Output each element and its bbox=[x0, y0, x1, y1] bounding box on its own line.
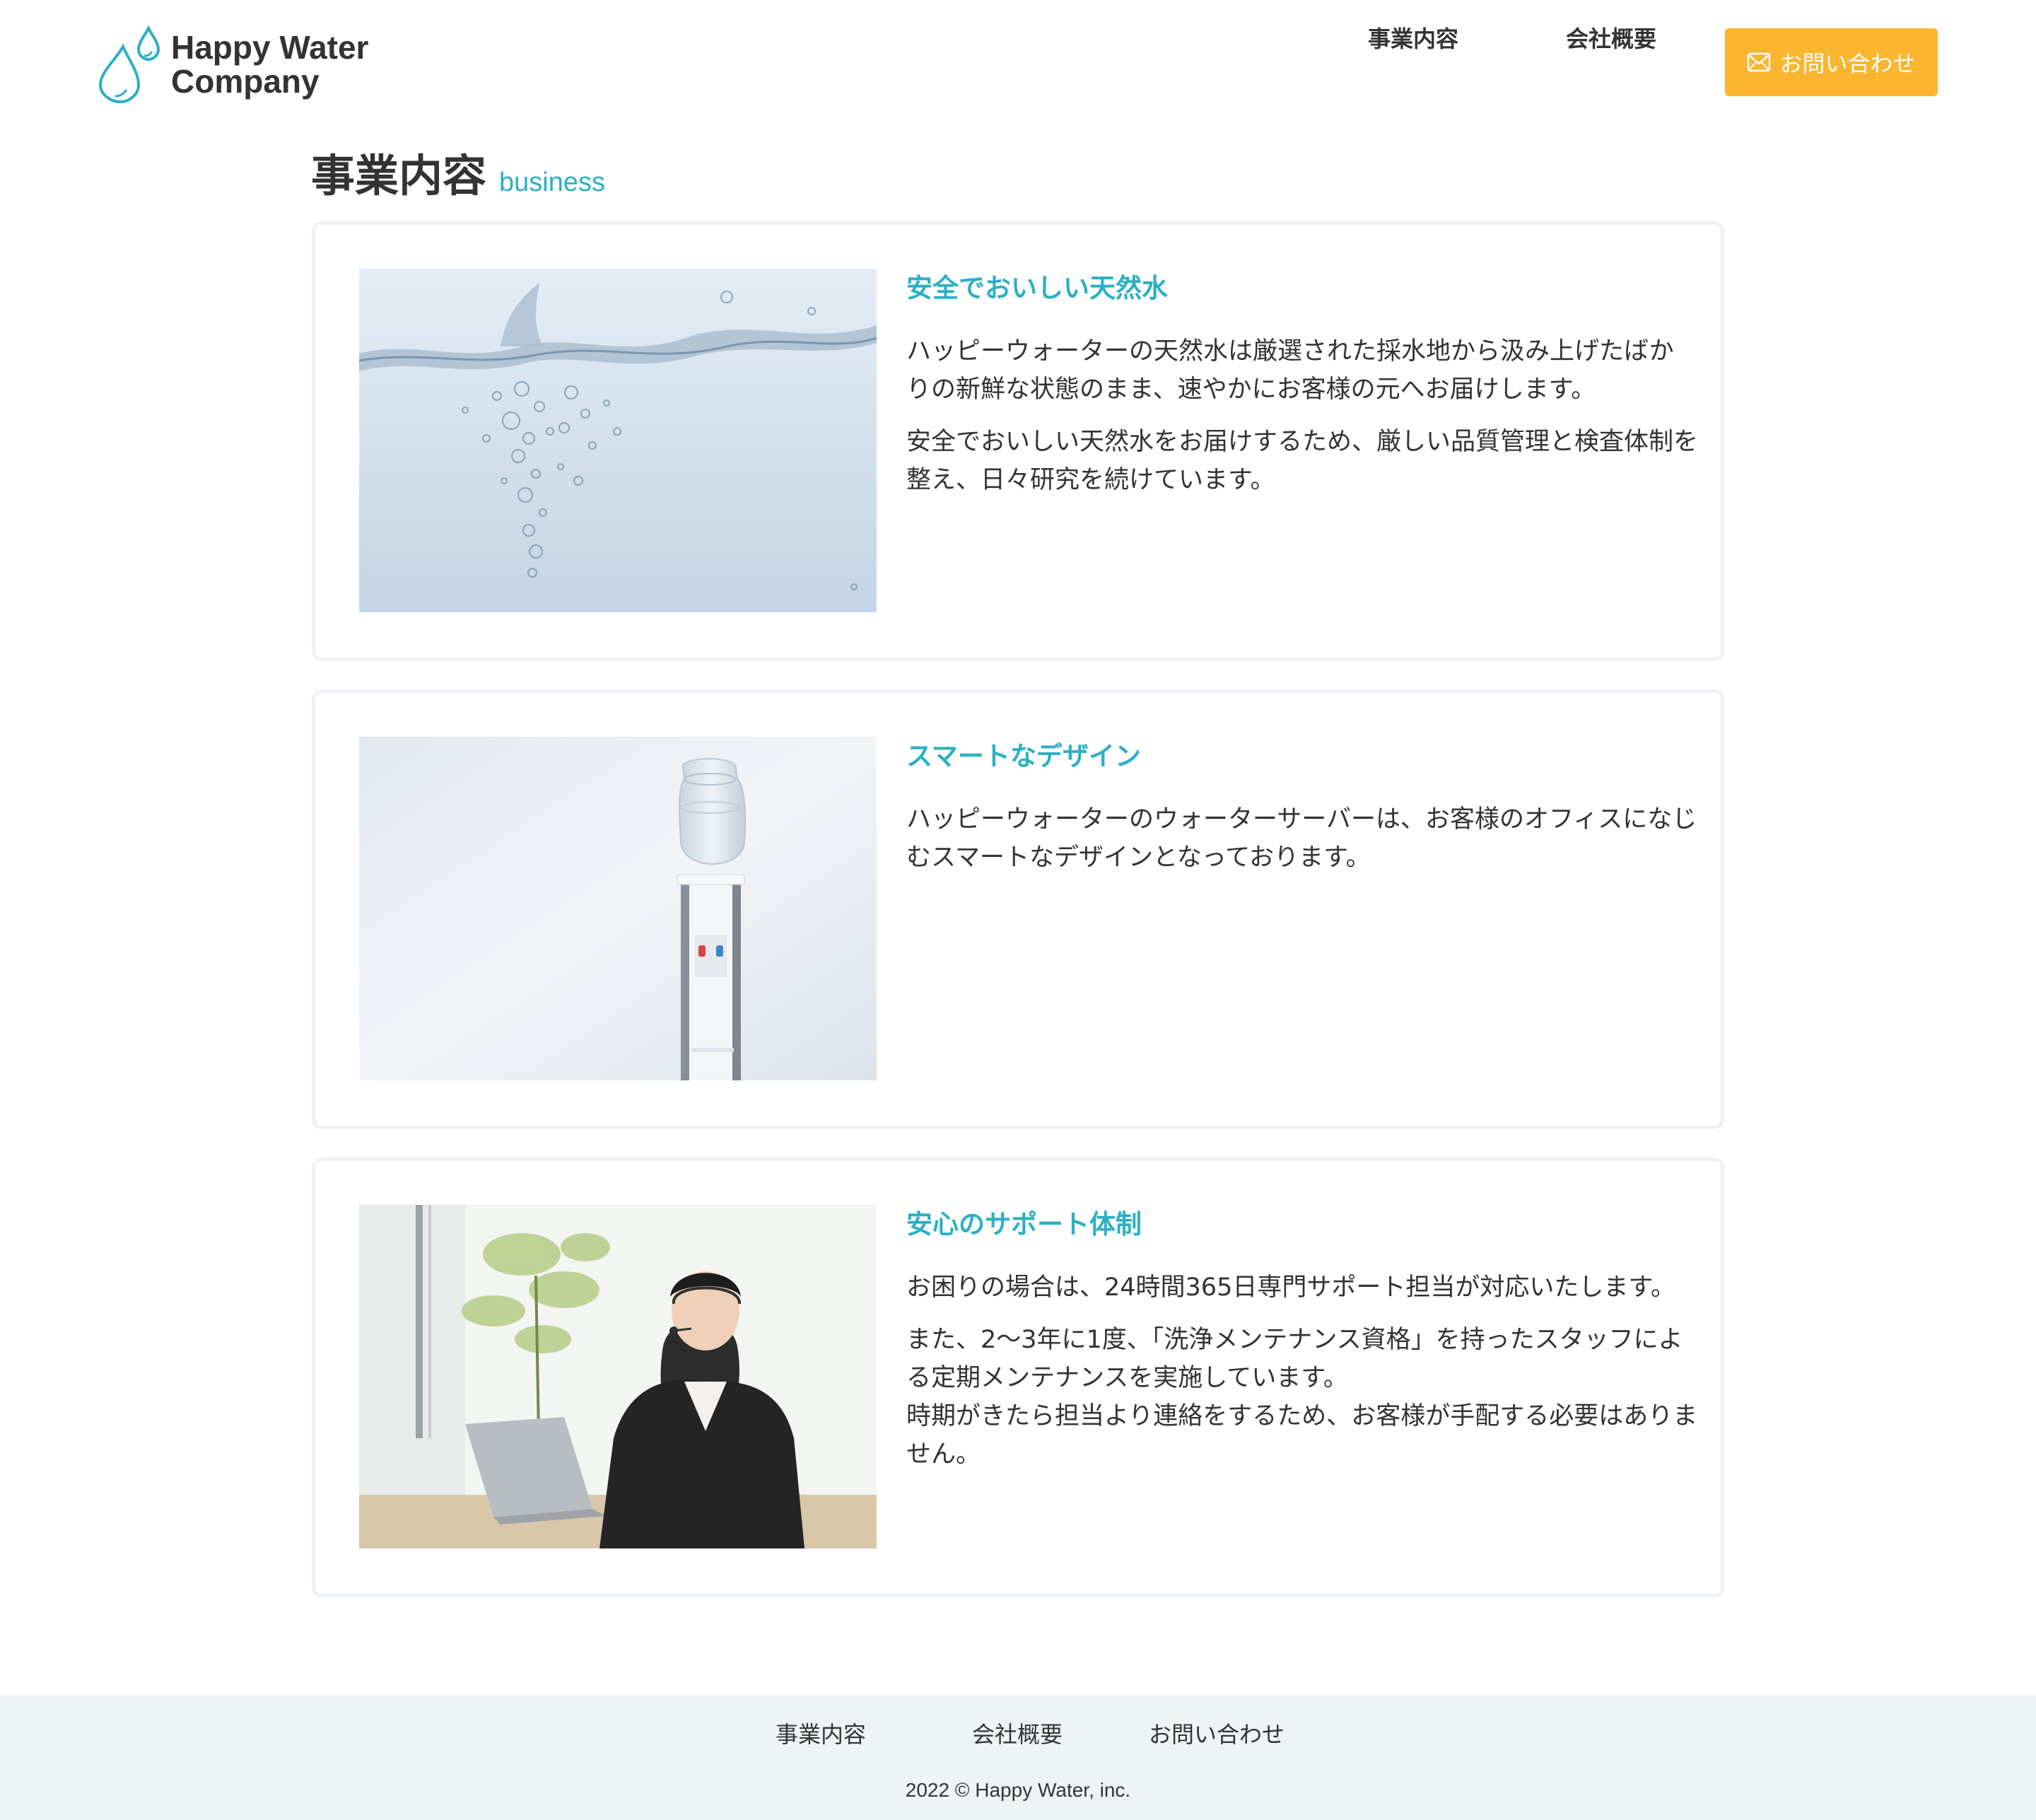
card-paragraph: また、2〜3年に1度、「洗浄メンテナンス資格」を持ったスタッフによる定期メンテナ… bbox=[906, 1326, 1683, 1392]
nav-company-link[interactable]: 会社概要 bbox=[1566, 21, 1656, 54]
footer-nav-company-link[interactable]: 会社概要 bbox=[972, 1717, 1063, 1749]
water-server-illustration bbox=[359, 737, 877, 1080]
card-heading: 安全でおいしい天然水 bbox=[906, 273, 1168, 303]
copyright: 2022 © Happy Water, inc. bbox=[905, 1779, 1131, 1801]
section-title-jp: 事業内容 bbox=[311, 150, 487, 202]
water-server-image bbox=[359, 737, 877, 1080]
card-paragraph: 安全でおいしい天然水をお届けするため、厳しい品質管理と検査体制を整え、日々研究を… bbox=[906, 428, 1699, 494]
card-content: スマートなデザイン ハッピーウォーターのウォーターサーバーは、お客様のオフィスに… bbox=[906, 737, 1698, 877]
water-splash-illustration bbox=[359, 269, 877, 612]
logo[interactable]: Happy Water Company bbox=[98, 25, 368, 103]
card-heading: スマートなデザイン bbox=[906, 741, 1141, 771]
business-card-water: 安全でおいしい天然水 ハッピーウォーターの天然水は厳選された採水地から汲み上げた… bbox=[312, 221, 1724, 661]
water-drops-icon bbox=[98, 25, 160, 103]
card-paragraph: ハッピーウォーターのウォーターサーバーは、お客様のオフィスになじむスマートなデザ… bbox=[906, 805, 1697, 872]
water-splash-image bbox=[359, 269, 877, 612]
footer-nav-business-link[interactable]: 事業内容 bbox=[776, 1717, 866, 1749]
section-title: 事業内容 business bbox=[311, 140, 605, 204]
logo-text: Happy Water Company bbox=[171, 30, 368, 98]
card-paragraph: ハッピーウォーターの天然水は厳選された採水地から汲み上げたばかりの新鮮な状態のま… bbox=[906, 337, 1674, 404]
card-heading: 安心のサポート体制 bbox=[906, 1209, 1142, 1239]
card-paragraph: お困りの場合は、24時間365日専門サポート担当が対応いたします。 bbox=[906, 1273, 1675, 1302]
card-content: 安心のサポート体制 お困りの場合は、24時間365日専門サポート担当が対応いたし… bbox=[906, 1205, 1698, 1474]
site-footer: 事業内容 会社概要 お問い合わせ 2022 © Happy Water, inc… bbox=[0, 1696, 2036, 1820]
site-header: Happy Water Company 事業内容 会社概要 お問い合わせ bbox=[0, 0, 2036, 127]
section-title-en: business bbox=[499, 168, 605, 197]
card-content: 安全でおいしい天然水 ハッピーウォーターの天然水は厳選された採水地から汲み上げた… bbox=[906, 269, 1698, 499]
logo-line-2: Company bbox=[171, 63, 320, 100]
mail-icon bbox=[1748, 52, 1771, 72]
nav-business-link[interactable]: 事業内容 bbox=[1368, 21, 1458, 54]
logo-line-1: Happy Water bbox=[171, 29, 369, 66]
contact-button-label: お問い合わせ bbox=[1779, 50, 1916, 77]
contact-button[interactable]: お問い合わせ bbox=[1725, 28, 1938, 96]
footer-nav-contact-link[interactable]: お問い合わせ bbox=[1149, 1717, 1285, 1749]
support-operator-image bbox=[359, 1205, 877, 1548]
card-paragraph: 時期がきたら担当より連絡をするため、お客様が手配する必要はありません。 bbox=[906, 1402, 1698, 1469]
support-operator-illustration bbox=[359, 1205, 877, 1548]
business-card-support: 安心のサポート体制 お困りの場合は、24時間365日専門サポート担当が対応いたし… bbox=[312, 1157, 1724, 1597]
business-card-design: スマートなデザイン ハッピーウォーターのウォーターサーバーは、お客様のオフィスに… bbox=[312, 689, 1724, 1129]
